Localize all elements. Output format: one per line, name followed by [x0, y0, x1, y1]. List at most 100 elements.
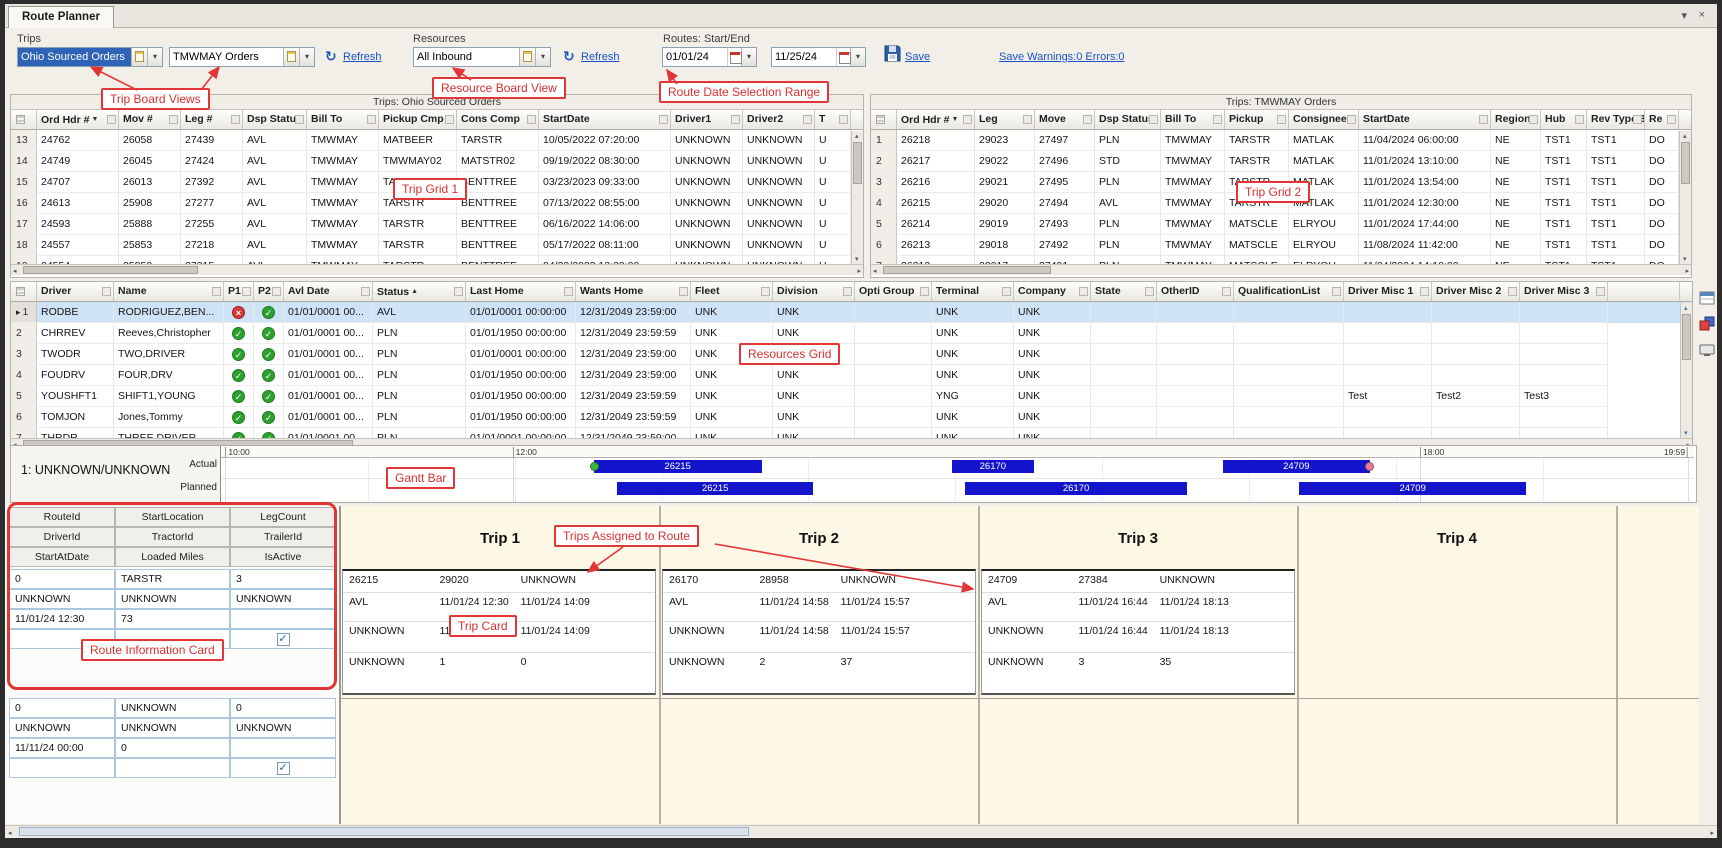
column-header-status[interactable]: Status▲ [373, 282, 466, 302]
filter-icon[interactable] [1529, 115, 1538, 124]
column-header-pickup-cmp[interactable]: Pickup Cmp [379, 110, 457, 130]
scroll-thumb[interactable] [19, 827, 749, 836]
grid-corner-header[interactable] [871, 110, 897, 130]
column-header-division[interactable]: Division [773, 282, 855, 302]
column-header-startdate[interactable]: StartDate [539, 110, 671, 130]
route-field-value[interactable]: 0 [9, 698, 115, 718]
filter-icon[interactable] [679, 287, 688, 296]
route-field-value[interactable]: 11/11/24 00:00 [9, 738, 115, 758]
table-row[interactable]: 18245572585327218AVLTMWMAYTARSTRBENTTREE… [11, 235, 863, 256]
column-header-terminal[interactable]: Terminal [932, 282, 1014, 302]
table-row[interactable]: 19245542585027215AVLTMWMAYTARSTRBENTTREE… [11, 256, 863, 264]
is-active-checkbox[interactable]: ✓ [277, 762, 290, 775]
view-edit-icon[interactable] [131, 48, 147, 66]
scroll-thumb[interactable] [23, 266, 198, 274]
route-field-value[interactable]: 3 [230, 569, 336, 589]
view-edit-icon[interactable] [283, 48, 299, 66]
filter-icon[interactable] [1277, 115, 1286, 124]
resources-grid-vscrollbar[interactable]: ▴▾ [1680, 303, 1692, 439]
column-header-driver[interactable]: Driver [37, 282, 114, 302]
refresh-trips-link[interactable]: Refresh [343, 51, 382, 63]
trip-grid-1-hscrollbar[interactable]: ◂▸ [11, 264, 863, 275]
filter-icon[interactable] [1420, 287, 1429, 296]
column-header-bill-to[interactable]: Bill To [1161, 110, 1225, 130]
filter-icon[interactable] [1145, 287, 1154, 296]
filter-icon[interactable] [1079, 287, 1088, 296]
scroll-thumb[interactable] [853, 142, 862, 184]
close-icon[interactable]: × [1699, 9, 1705, 21]
gantt-actual-bar[interactable]: 26215 [594, 460, 762, 473]
gantt-actual-bar[interactable]: 24709 [1223, 460, 1370, 473]
route-field-value[interactable]: TARSTR [115, 569, 230, 589]
filter-icon[interactable] [107, 115, 116, 124]
table-row[interactable]: 5262142901927493PLNTMWMAYMATSCLEELRYOU11… [871, 214, 1691, 235]
filter-icon[interactable] [527, 115, 536, 124]
filter-icon[interactable] [1596, 287, 1605, 296]
column-header-qualificationlist[interactable]: QualificationList [1234, 282, 1344, 302]
table-row[interactable]: 4FOUDRVFOUR,DRV✓✓01/01/0001 00...PLN01/0… [11, 365, 1692, 386]
table-row[interactable]: 13247622605827439AVLTMWMAYMATBEERTARSTR1… [11, 130, 863, 151]
column-header-driver-misc-2[interactable]: Driver Misc 2 [1432, 282, 1520, 302]
chevron-down-icon[interactable]: ▾ [741, 48, 756, 66]
column-header-pickup[interactable]: Pickup [1225, 110, 1289, 130]
chevron-down-icon[interactable]: ▾ [850, 48, 865, 66]
filter-icon[interactable] [242, 287, 251, 296]
chevron-down-icon[interactable]: ▾ [535, 48, 550, 66]
table-row[interactable]: 14247492604527424AVLTMWMAYTMWMAY02MATSTR… [11, 151, 863, 172]
filter-icon[interactable] [839, 115, 848, 124]
filter-icon[interactable] [212, 287, 221, 296]
filter-icon[interactable] [1222, 287, 1231, 296]
table-row[interactable]: 5YOUSHFT1SHIFT1,YOUNG✓✓01/01/0001 00...P… [11, 386, 1692, 407]
grid-corner-header[interactable] [11, 282, 37, 302]
save-link[interactable]: Save [905, 51, 930, 63]
refresh-icon[interactable]: ↻ [563, 49, 575, 63]
column-header-startdate[interactable]: StartDate [1359, 110, 1491, 130]
column-header-bill-to[interactable]: Bill To [307, 110, 379, 130]
column-header-blank[interactable] [1608, 282, 1680, 302]
route-start-date-field[interactable]: 01/01/24 ▾ [662, 47, 757, 67]
filter-icon[interactable] [1083, 115, 1092, 124]
trip-grid-2-vscrollbar[interactable]: ▴▾ [1679, 131, 1691, 265]
filter-icon[interactable] [1002, 287, 1011, 296]
gantt-actual-bar[interactable]: 26170 [952, 460, 1034, 473]
table-row[interactable]: 7262122901727491PLNTMWMAYMATSCLEELRYOU11… [871, 256, 1691, 264]
filter-icon[interactable] [1575, 115, 1584, 124]
column-header-name[interactable]: Name [114, 282, 224, 302]
calendar-icon[interactable] [836, 48, 850, 66]
column-header-state[interactable]: State [1091, 282, 1157, 302]
gantt-planned-bar[interactable]: 24709 [1299, 482, 1526, 495]
gantt-planned-bar[interactable]: 26170 [965, 482, 1187, 495]
column-header-hub[interactable]: Hub [1541, 110, 1587, 130]
column-header-driver-misc-1[interactable]: Driver Misc 1 [1344, 282, 1432, 302]
column-header-mov-[interactable]: Mov # [119, 110, 181, 130]
route-field-value[interactable]: UNKNOWN [230, 589, 336, 609]
trip-view-2-dropdown[interactable]: TMWMAY Orders ▾ [169, 47, 315, 67]
route-field-value[interactable]: 0 [230, 698, 336, 718]
column-header-wants-home[interactable]: Wants Home [576, 282, 691, 302]
route-field-value[interactable]: ✓ [230, 629, 336, 649]
column-header-fleet[interactable]: Fleet [691, 282, 773, 302]
route-field-value[interactable]: ✓ [230, 758, 336, 778]
main-hscrollbar[interactable]: ◂ ▸ [5, 825, 1717, 837]
dock-panel-icon[interactable] [1699, 290, 1715, 311]
route-field-value[interactable]: UNKNOWN [230, 718, 336, 738]
column-header-leg-[interactable]: Leg # [181, 110, 243, 130]
trip-grid-1-vscrollbar[interactable]: ▴▾ [851, 131, 863, 265]
chevron-down-icon[interactable]: ▾ [299, 48, 314, 66]
table-row[interactable]: 7THRDRTHREE,DRIVER✓✓01/01/0001 00...PLN0… [11, 428, 1692, 438]
column-header-leg[interactable]: Leg [975, 110, 1035, 130]
route-field-value[interactable]: UNKNOWN [115, 718, 230, 738]
filter-icon[interactable] [272, 287, 281, 296]
column-header-driver1[interactable]: Driver1 [671, 110, 743, 130]
filter-icon[interactable] [920, 287, 929, 296]
filter-icon[interactable] [803, 115, 812, 124]
column-header-region[interactable]: Region [1491, 110, 1541, 130]
filter-icon[interactable] [1347, 115, 1356, 124]
scroll-thumb[interactable] [1681, 142, 1690, 184]
route-field-value[interactable]: UNKNOWN [9, 589, 115, 609]
route-field-value[interactable]: UNKNOWN [9, 718, 115, 738]
table-row[interactable]: 2262172902227496STDTMWMAYTARSTRMATLAK11/… [871, 151, 1691, 172]
column-header-driver-misc-3[interactable]: Driver Misc 3 [1520, 282, 1608, 302]
table-row[interactable]: 3TWODRTWO,DRIVER✓✓01/01/0001 00...PLN01/… [11, 344, 1692, 365]
chevron-down-icon[interactable]: ▾ [147, 48, 162, 66]
